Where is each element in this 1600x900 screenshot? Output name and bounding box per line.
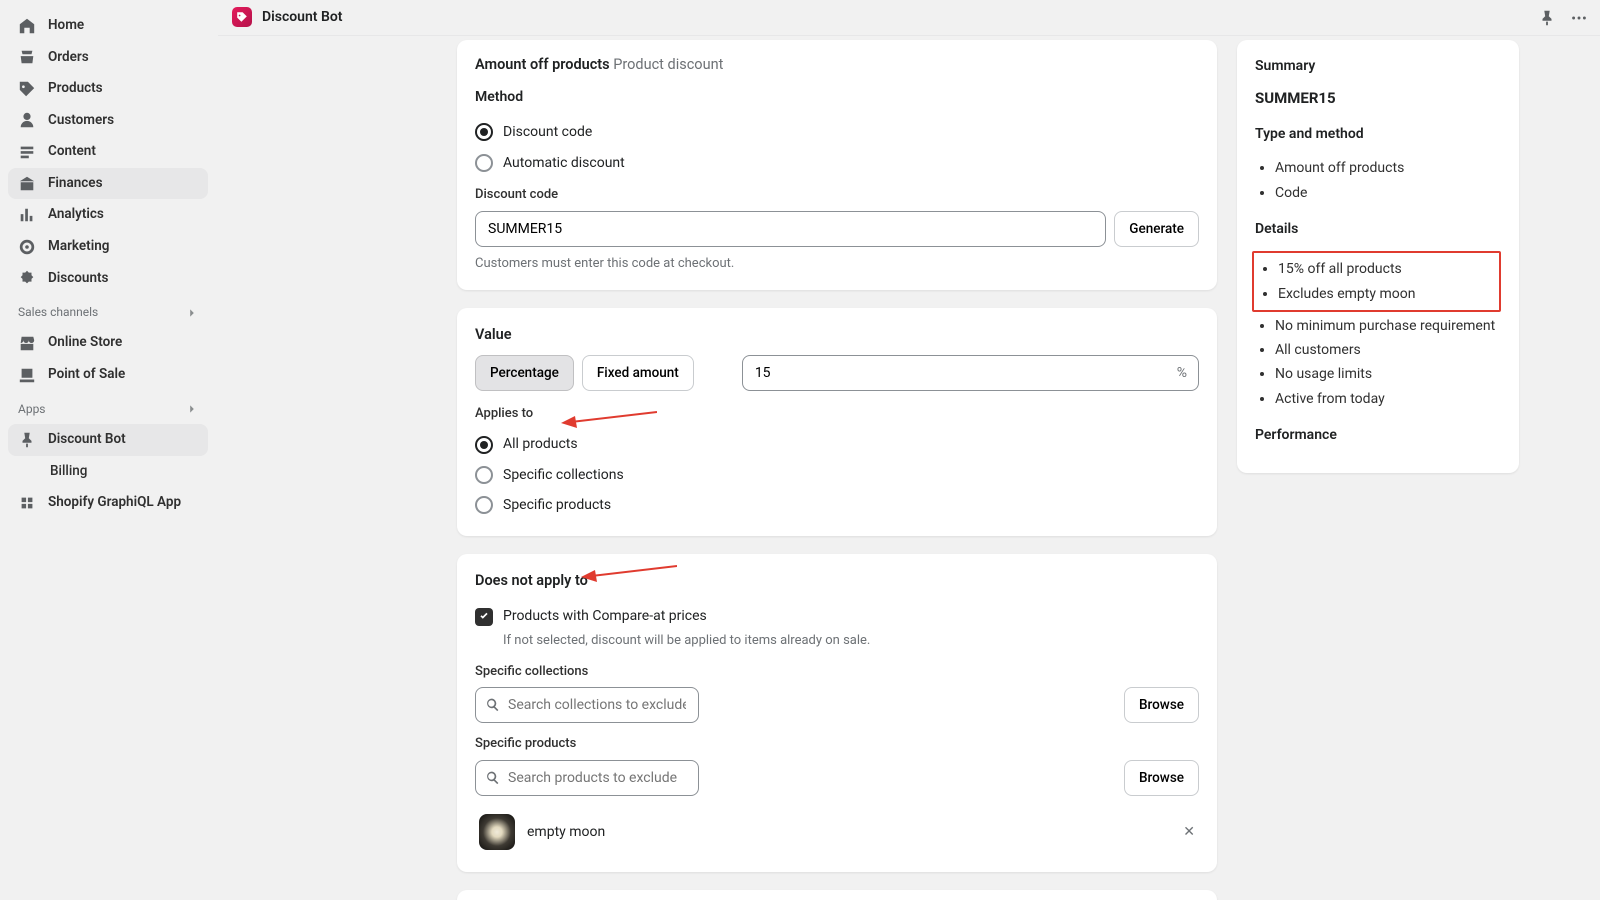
value-suffix: %: [1177, 362, 1187, 382]
sales-channels-header: Sales channels: [8, 294, 208, 327]
sidebar: Home Orders Products Customers Content F…: [0, 0, 218, 900]
summary-code: SUMMER15: [1255, 88, 1501, 110]
topbar: Discount Bot: [218, 0, 1600, 36]
chevron-right-icon[interactable]: [186, 403, 198, 415]
method-radio-code[interactable]: Discount code: [475, 117, 1199, 147]
analytics-icon: [18, 206, 36, 224]
nav-online-store[interactable]: Online Store: [8, 327, 208, 359]
nav-discounts[interactable]: Discounts: [8, 263, 208, 295]
finances-icon: [18, 175, 36, 193]
target-icon: [18, 238, 36, 256]
store-icon: [18, 334, 36, 352]
product-thumbnail: [479, 814, 515, 850]
home-icon: [18, 17, 36, 35]
summary-type-list: Amount off products Code: [1255, 156, 1501, 205]
pin-icon[interactable]: [1538, 9, 1556, 27]
browse-collections-button[interactable]: Browse: [1124, 687, 1199, 723]
compare-at-checkbox[interactable]: Products with Compare-at prices: [475, 601, 1199, 631]
applies-to-label: Applies to: [475, 405, 1199, 424]
excluded-product-name: empty moon: [527, 822, 605, 842]
exclusions-card: Does not apply to Products with Compare-…: [457, 554, 1217, 872]
discount-heading: Amount off products Product discount: [475, 54, 1199, 75]
compare-at-help: If not selected, discount will be applie…: [475, 632, 1199, 651]
value-input[interactable]: [742, 355, 1199, 391]
pin-icon: [18, 431, 36, 449]
nav-customers[interactable]: Customers: [8, 105, 208, 137]
exclude-products-input[interactable]: [475, 760, 699, 796]
value-heading: Value: [475, 324, 1199, 345]
nav-finances[interactable]: Finances: [8, 168, 208, 200]
excluded-product-chip: empty moon ✕: [475, 808, 1199, 856]
discounts-icon: [18, 269, 36, 287]
nav-app-graphiql[interactable]: Shopify GraphiQL App: [8, 487, 208, 519]
method-radio-auto[interactable]: Automatic discount: [475, 148, 1199, 178]
nav-orders[interactable]: Orders: [8, 42, 208, 74]
page-title: Discount Bot: [262, 7, 343, 27]
summary-details-label: Details: [1255, 219, 1501, 239]
nav-analytics[interactable]: Analytics: [8, 199, 208, 231]
nav-home[interactable]: Home: [8, 10, 208, 42]
generate-button[interactable]: Generate: [1114, 211, 1199, 247]
search-icon: [485, 697, 501, 713]
summary-card: Summary SUMMER15 Type and method Amount …: [1237, 40, 1519, 473]
value-seg-fixed[interactable]: Fixed amount: [582, 355, 694, 391]
content-icon: [18, 143, 36, 161]
discount-code-label: Discount code: [475, 186, 1199, 205]
applies-radio-collections[interactable]: Specific collections: [475, 460, 1199, 490]
apps-header: Apps: [8, 391, 208, 424]
nav-pos[interactable]: Point of Sale: [8, 359, 208, 391]
annotation-arrow-2: [577, 562, 677, 586]
search-icon: [485, 770, 501, 786]
summary-type-label: Type and method: [1255, 124, 1501, 144]
summary-details-highlight: 15% off all products Excludes empty moon: [1252, 251, 1501, 312]
value-seg-percentage[interactable]: Percentage: [475, 355, 574, 391]
orders-icon: [18, 48, 36, 66]
summary-details-list: 15% off all products Excludes empty moon…: [1255, 251, 1501, 411]
chevron-right-icon[interactable]: [186, 307, 198, 319]
nav-products[interactable]: Products: [8, 73, 208, 105]
nav-app-discount-bot-billing[interactable]: Billing: [8, 456, 208, 488]
more-icon[interactable]: [1570, 9, 1588, 27]
discount-code-input[interactable]: [475, 211, 1106, 247]
discount-code-help: Customers must enter this code at checko…: [475, 255, 1199, 274]
browse-products-button[interactable]: Browse: [1124, 760, 1199, 796]
applies-radio-products[interactable]: Specific products: [475, 490, 1199, 520]
nav-content[interactable]: Content: [8, 136, 208, 168]
nav-marketing[interactable]: Marketing: [8, 231, 208, 263]
summary-title: Summary: [1255, 56, 1501, 76]
app-icon: [18, 494, 36, 512]
nav-app-discount-bot[interactable]: Discount Bot: [8, 424, 208, 456]
main-area: Discount Bot Amount off products Product…: [218, 0, 1600, 900]
remove-excluded-product[interactable]: ✕: [1183, 822, 1195, 842]
exclude-products-label: Specific products: [475, 735, 1199, 754]
method-label: Method: [475, 87, 1199, 107]
value-card: Value Percentage Fixed amount % Applies …: [457, 308, 1217, 537]
applies-radio-all[interactable]: All products: [475, 429, 1199, 459]
app-badge-icon: [232, 7, 252, 27]
pos-icon: [18, 366, 36, 384]
min-purchase-card: Minimum purchase requirements: [457, 890, 1217, 900]
exclude-collections-label: Specific collections: [475, 663, 1199, 682]
summary-performance-label: Performance: [1255, 425, 1501, 445]
exclusions-heading: Does not apply to: [475, 570, 588, 591]
tag-icon: [18, 80, 36, 98]
exclude-collections-input[interactable]: [475, 687, 699, 723]
person-icon: [18, 111, 36, 129]
discount-header-card: Amount off products Product discount Met…: [457, 40, 1217, 290]
